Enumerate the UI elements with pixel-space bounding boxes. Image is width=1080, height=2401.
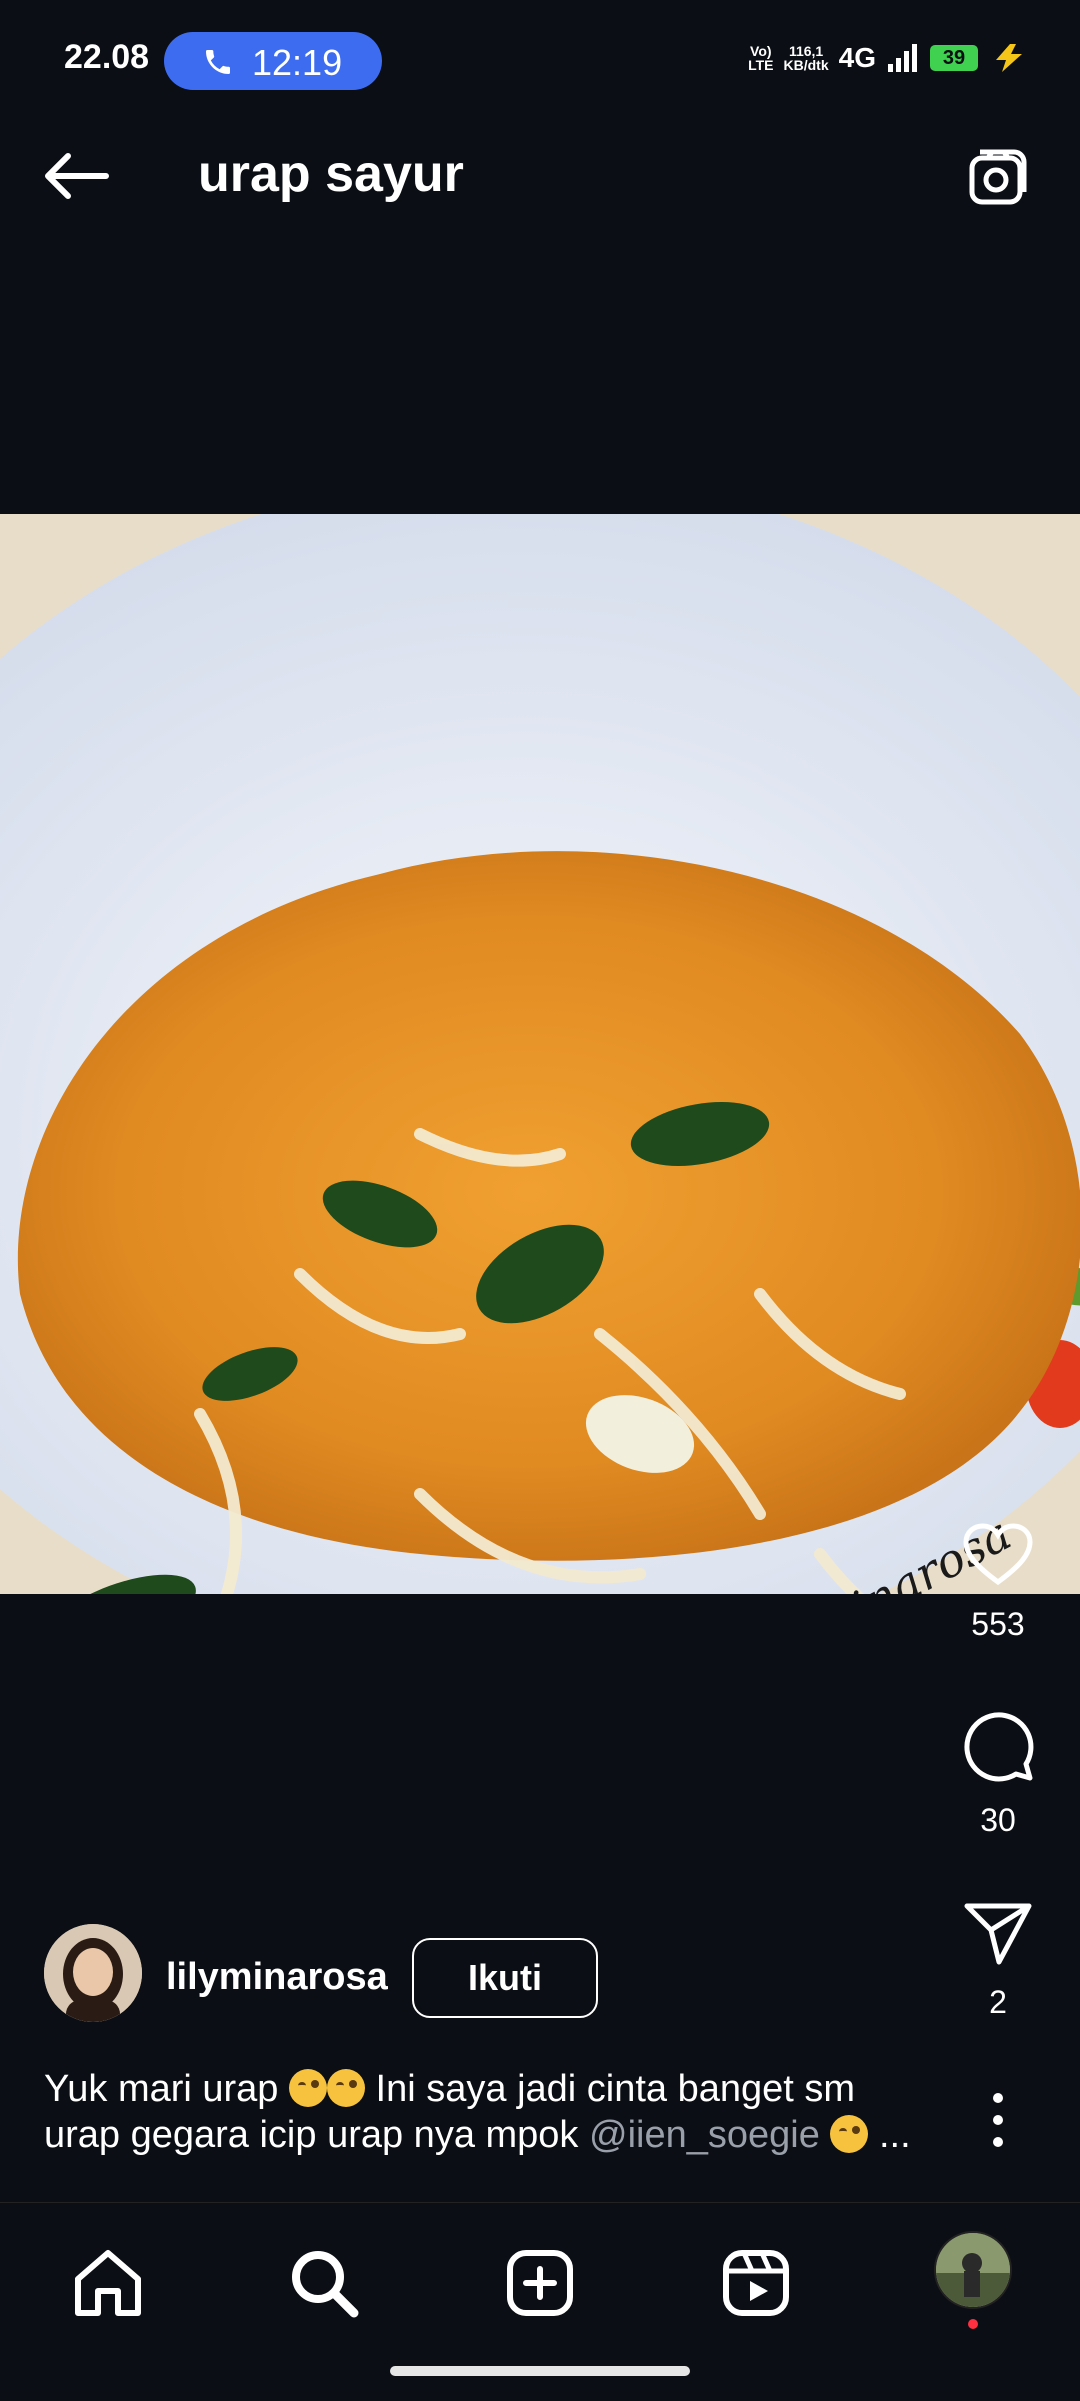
volte-indicator: Vo) LTE bbox=[748, 43, 774, 73]
send-icon[interactable] bbox=[963, 1900, 1033, 1966]
kiss-emoji-icon bbox=[327, 2069, 365, 2107]
ongoing-call-pill[interactable]: 12:19 bbox=[164, 32, 382, 90]
author-avatar[interactable] bbox=[44, 1924, 142, 2022]
search-icon[interactable] bbox=[284, 2243, 364, 2323]
top-bar: urap sayur bbox=[0, 92, 1080, 252]
reels-icon[interactable] bbox=[716, 2243, 796, 2323]
network-speed: 116,1 KB/dtk bbox=[783, 43, 829, 73]
more-vertical-icon[interactable] bbox=[984, 2090, 1012, 2150]
follow-button[interactable]: Ikuti bbox=[412, 1938, 598, 2018]
kiss-emoji-icon bbox=[289, 2069, 327, 2107]
comment-count: 30 bbox=[980, 1802, 1016, 1838]
home-indicator[interactable] bbox=[390, 2366, 690, 2376]
urap-salad-photo bbox=[0, 514, 1080, 1594]
call-duration: 12:19 bbox=[252, 42, 343, 83]
post-caption[interactable]: Yuk mari urap Ini saya jadi cinta banget… bbox=[44, 2066, 944, 2158]
caption-mention[interactable]: @iien_soegie bbox=[589, 2114, 820, 2156]
status-time: 22.08 bbox=[64, 38, 150, 76]
home-icon[interactable] bbox=[68, 2243, 148, 2323]
comment-icon[interactable] bbox=[960, 1708, 1036, 1784]
heart-icon[interactable] bbox=[962, 1522, 1034, 1588]
share-action: 2 bbox=[946, 1900, 1050, 2021]
notification-dot bbox=[968, 2319, 978, 2329]
camera-icon[interactable] bbox=[966, 144, 1030, 208]
back-arrow-icon[interactable] bbox=[36, 148, 116, 204]
page-title: urap sayur bbox=[198, 145, 464, 203]
phone-icon bbox=[206, 50, 230, 74]
profile-avatar[interactable] bbox=[934, 2231, 1012, 2309]
network-type: 4G bbox=[838, 42, 876, 73]
charging-icon bbox=[996, 44, 1022, 72]
status-bar: 22.08 12:19 Vo) LTE 116,1 KB/dtk 4G 39 bbox=[0, 0, 1080, 92]
comment-action: 30 bbox=[946, 1708, 1050, 1839]
author-username[interactable]: lilyminarosa bbox=[166, 1956, 388, 1999]
signal-icon bbox=[888, 44, 917, 72]
like-count: 553 bbox=[971, 1606, 1025, 1642]
status-indicators: Vo) LTE 116,1 KB/dtk 4G 39 bbox=[748, 38, 1028, 78]
share-count: 2 bbox=[989, 1984, 1007, 2020]
caption-more[interactable]: ... bbox=[868, 2114, 911, 2156]
post-image[interactable]: By Lily Minarosa bbox=[0, 514, 1080, 1594]
add-post-icon[interactable] bbox=[500, 2243, 580, 2323]
kiss-emoji-icon bbox=[830, 2115, 869, 2153]
battery-indicator: 39 bbox=[930, 45, 978, 71]
like-action: 553 bbox=[946, 1522, 1050, 1643]
